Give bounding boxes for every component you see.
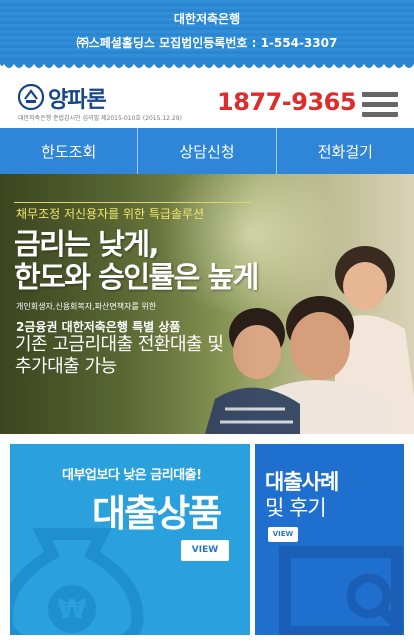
reviews-view-button[interactable]: VIEW [268,527,298,542]
hero-description-line-2: 추가대출 가능 [15,356,117,377]
main-nav: 한도조회 상담신청 전화걸기 [0,128,414,174]
logo[interactable]: 양파론 대한저축은행 준법감시인 심의필 제2015-010호 (2015.12… [18,82,208,122]
svg-text:₩: ₩ [58,595,87,625]
nav-limit-inquiry[interactable]: 한도조회 [0,128,139,174]
hero-headline-line-2: 한도와 승인률은 높게 [14,260,259,294]
hero-product-text: 2금융권 대한저축은행 특별 상품 [16,320,181,334]
product-card-title: 대출상품 [92,492,222,535]
search-document-icon [279,546,404,635]
logo-mark-icon [18,84,44,110]
scallop-border [0,60,414,74]
loan-reviews-card[interactable]: 대출사례 및 후기 VIEW [255,444,404,635]
product-card-subtitle: 대부업보다 낮은 금리대출! [62,468,202,483]
hero-banner[interactable]: 채무조정 저신용자를 위한 특급솔루션 금리는 낮게, 한도와 승인률은 높게 … [0,174,414,434]
nav-consultation[interactable]: 상담신청 [138,128,277,174]
bank-name: 대한저축은행 [173,12,241,26]
hero-headline-line-1: 금리는 낮게, [14,227,160,261]
nav-call[interactable]: 전화걸기 [277,128,414,174]
hero-divider [14,202,252,203]
hero-description-line-1: 기존 고금리대출 전환대출 및 [15,334,224,355]
top-banner: 대한저축은행 ㈜스페셜홀딩스 모집법인등록번호 : 1-554-3307 [0,0,414,66]
reviews-card-title-2: 및 후기 [265,496,327,520]
product-view-button[interactable]: VIEW [181,540,229,561]
hero-headline: 금리는 낮게, 한도와 승인률은 높게 [14,227,259,294]
loan-product-card[interactable]: ₩ 대부업보다 낮은 금리대출! 대출상품 VIEW [10,444,250,635]
header: 양파론 대한저축은행 준법감시인 심의필 제2015-010호 (2015.12… [0,74,414,128]
phone-number[interactable]: 1877-9365 [217,88,357,116]
logo-subtext: 대한저축은행 준법감시인 심의필 제2015-010호 (2015.12.29) [18,115,182,122]
registration-number: ㈜스페셜홀딩스 모집법인등록번호 : 1-554-3307 [76,36,338,50]
hamburger-menu-icon[interactable] [362,92,398,118]
hero-description: 기존 고금리대출 전환대출 및 추가대출 가능 [15,334,224,378]
hero-target-text: 개인회생자,신용회복자,파산면책자를 위한 [16,302,157,311]
hero-tagline: 채무조정 저신용자를 위한 특급솔루션 [16,207,205,221]
logo-text: 양파론 [48,88,107,113]
